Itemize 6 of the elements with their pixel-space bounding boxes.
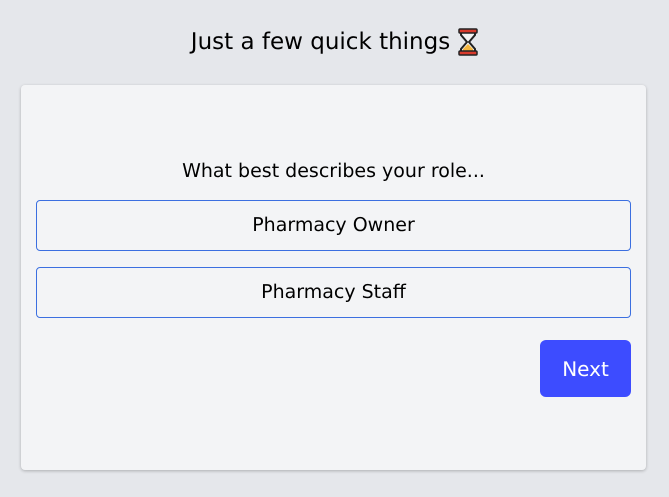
role-option[interactable]: Pharmacy Owner <box>36 200 631 251</box>
hourglass-icon <box>458 27 478 57</box>
page-title: Just a few quick things <box>190 28 450 57</box>
role-option[interactable]: Pharmacy Staff <box>36 267 631 318</box>
next-button[interactable]: Next <box>540 340 631 397</box>
question-text: What best describes your role... <box>181 159 486 184</box>
